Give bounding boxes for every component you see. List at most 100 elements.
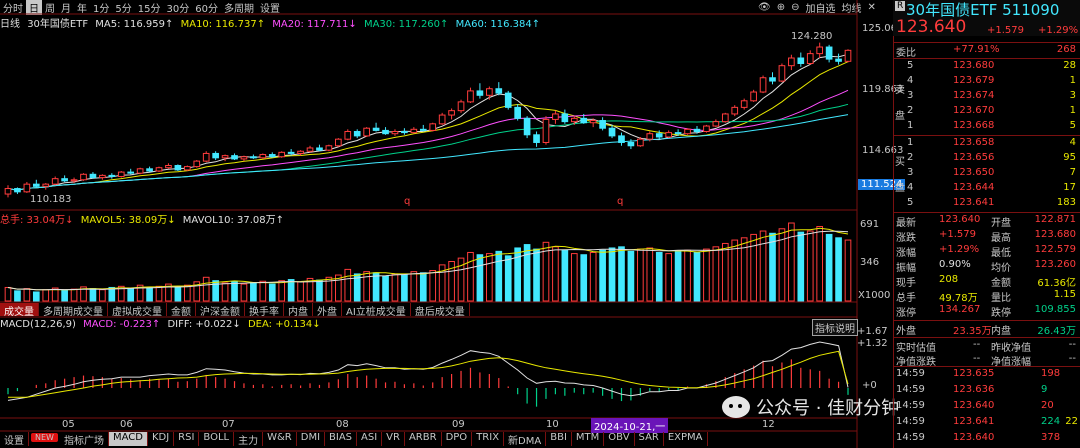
candle-body [674, 132, 682, 135]
macd-axis-label: +1.67 [857, 326, 888, 337]
tick-extra: 22 [1065, 416, 1078, 427]
candle-body [750, 91, 757, 102]
x-axis-tick: 09 [452, 419, 465, 430]
x-axis-tick: 05 [62, 419, 75, 430]
macd-legend: MACD(12,26,9) MACD: -0.223↑ DIFF: +0.022… [0, 319, 325, 330]
bid-level: 1 [907, 137, 914, 148]
volume-indicator-tab[interactable]: 成交量 [0, 303, 39, 318]
bid-volume: 17 [1063, 182, 1076, 193]
indicator-tab[interactable]: TRIX [472, 432, 505, 446]
candle-body [32, 183, 40, 187]
candle-body [410, 128, 418, 134]
candle-body [693, 128, 701, 133]
candle-body [278, 151, 286, 158]
indicator-tab[interactable]: KDJ [148, 432, 175, 446]
ask-level: 2 [907, 105, 914, 116]
indicator-tab[interactable]: ASI [357, 432, 383, 446]
candle-body [363, 127, 370, 137]
candle-body [429, 123, 437, 131]
bid-volume: 7 [1069, 167, 1076, 178]
volume-bar [646, 247, 654, 302]
volume-bar [674, 250, 682, 302]
indicator-tab[interactable]: 指标广场 [60, 432, 109, 447]
indicator-tab[interactable]: ARBR [405, 432, 442, 446]
volume-indicator-tab[interactable]: 多周期成交量 [39, 303, 108, 318]
volume-bar [429, 270, 437, 302]
candle-body [23, 183, 31, 193]
volume-bar [268, 283, 276, 302]
indicator-tab[interactable]: 主力 [234, 432, 264, 447]
indicator-tab[interactable]: OBV [604, 432, 635, 446]
candle-body [287, 151, 295, 154]
ask-level: 1 [907, 120, 914, 131]
bid-price: 123.658 [953, 137, 995, 148]
volume-indicator-tab[interactable]: 金额 [167, 303, 196, 318]
volume-bar [221, 282, 229, 302]
volume-unit-label: X1000 [858, 290, 891, 301]
indicator-tab[interactable]: BOLL [199, 432, 235, 446]
candle-body [788, 57, 795, 67]
indicator-help-button[interactable]: 指标说明 [812, 319, 858, 336]
inner-value: 26.43万 [1037, 326, 1076, 337]
indicator-tab[interactable]: 新DMA [504, 432, 547, 447]
indicator-tab[interactable]: W&R [263, 432, 297, 446]
bid-volume: 183 [1056, 197, 1076, 208]
dea-line [8, 350, 849, 398]
indicator-tab[interactable]: RSI [174, 432, 200, 446]
volume-indicator-tab[interactable]: 外盘 [313, 303, 342, 318]
candle-body [108, 174, 116, 177]
ask-row: 1 123.668 5 [893, 120, 1080, 134]
diff-value: DIFF: +0.022↓ [167, 319, 241, 330]
webi-row: 委比 +77.91% 268 [893, 44, 1080, 59]
indicator-tab[interactable]: 设置 [0, 432, 29, 447]
tick-time: 14:59 [896, 400, 925, 411]
indicator-tab[interactable]: DPO [442, 432, 473, 446]
volume-indicator-tab[interactable]: 换手率 [245, 303, 284, 318]
tick-row: 14:59 123.636 9 [893, 384, 1080, 398]
volume-indicator-tab[interactable]: AI立桩成交量 [342, 303, 411, 318]
ask-volume: 1 [1069, 105, 1076, 116]
volume-bar [259, 280, 267, 302]
high-price-label: 124.280 [791, 31, 833, 42]
new-badge[interactable]: NEW [29, 432, 60, 446]
net-value: -- [1068, 353, 1076, 364]
indicator-tab[interactable]: MACD [108, 432, 148, 446]
volume-bar [287, 279, 295, 302]
volume-indicator-tab[interactable]: 沪深金额 [196, 303, 245, 318]
candle-body [51, 178, 59, 185]
indicator-tab[interactable]: DMI [297, 432, 326, 446]
volume-bar [816, 226, 824, 302]
indicator-tab[interactable]: VR [382, 432, 405, 446]
stat-row: 涨跌 +1.579 最高 123.680 [893, 229, 1080, 244]
stat-label: 总手 [896, 293, 916, 304]
candle-body [183, 166, 191, 171]
webi-diff: 268 [1056, 44, 1076, 55]
tick-time: 14:59 [896, 384, 925, 395]
ask-price: 123.670 [953, 105, 995, 116]
indicator-tab[interactable]: BBI [546, 432, 572, 446]
tick-volume: 198 [1041, 368, 1061, 379]
volume-bar [665, 253, 673, 302]
candle-body [372, 127, 380, 131]
indicator-tab[interactable]: MTM [572, 432, 605, 446]
bid-row: 2 123.656 95 [893, 152, 1080, 166]
q-marker: q [617, 196, 624, 207]
candle-body [174, 165, 182, 171]
candle-body [476, 90, 484, 96]
volume-bar [618, 246, 625, 302]
candle-body [202, 152, 210, 162]
volume-bar [684, 249, 691, 302]
stat-value: 109.855 [1034, 304, 1076, 315]
indicator-tab[interactable]: BIAS [325, 432, 358, 446]
volume-indicator-tab[interactable]: 盘后成交量 [411, 303, 470, 318]
candle-body [70, 179, 78, 182]
indicator-tab[interactable]: SAR [635, 432, 664, 446]
volume-indicator-tab[interactable]: 内盘 [284, 303, 313, 318]
ask-level: 4 [907, 75, 914, 86]
stat-value: 49.78万 [939, 293, 978, 304]
candle-body [467, 90, 474, 103]
stat-label: 振幅 [896, 263, 916, 274]
indicator-tab[interactable]: EXPMA [664, 432, 708, 446]
volume-indicator-tab[interactable]: 虚拟成交量 [108, 303, 167, 318]
candle-body [259, 154, 267, 159]
